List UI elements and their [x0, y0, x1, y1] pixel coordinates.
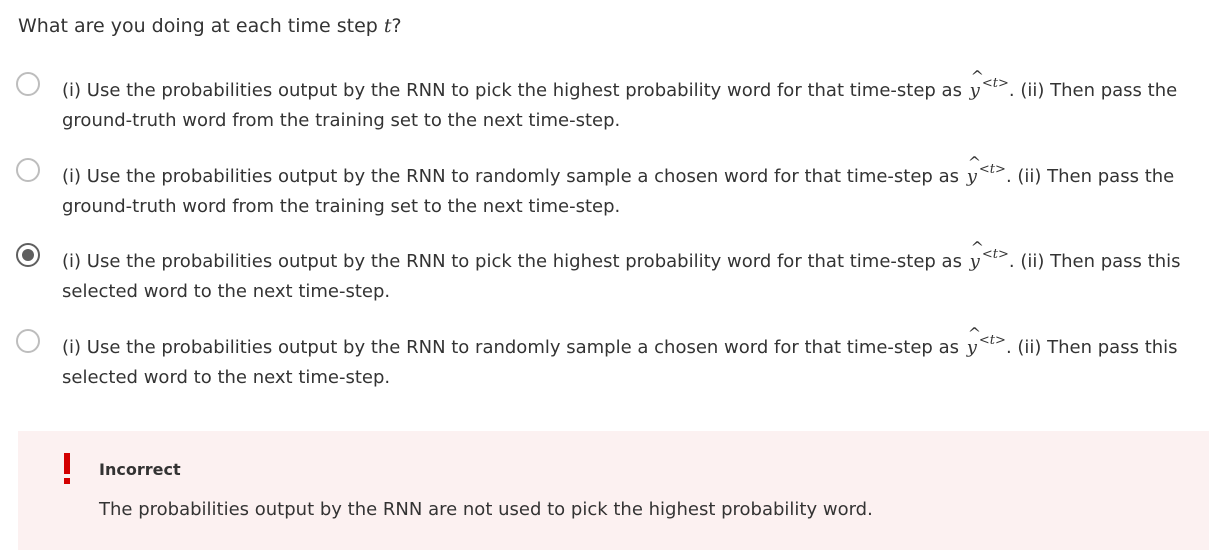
option-label-1: (i) Use the probabilities output by the … — [62, 67, 1192, 136]
time-step-superscript: <t> — [978, 162, 1006, 177]
question-suffix: ? — [391, 15, 402, 37]
radio-button-4[interactable] — [16, 329, 40, 353]
option-label-4: (i) Use the probabilities output by the … — [62, 324, 1192, 393]
feedback-status: Incorrect — [99, 460, 181, 479]
feedback-message: The probabilities output by the RNN are … — [99, 499, 873, 520]
quiz-question-page: What are you doing at each time step t? … — [0, 0, 1221, 560]
radio-button-1[interactable] — [16, 72, 40, 96]
option-1-text-part1: (i) Use the probabilities output by the … — [62, 80, 968, 101]
exclamation-icon — [64, 453, 70, 484]
feedback-panel: Incorrect The probabilities output by th… — [18, 431, 1209, 550]
question-text: What are you doing at each time step t? — [18, 12, 402, 40]
time-step-superscript: <t> — [978, 333, 1006, 348]
time-step-superscript: <t> — [981, 247, 1009, 262]
y-hat-symbol: ^ y — [966, 153, 982, 187]
option-label-2: (i) Use the probabilities output by the … — [62, 153, 1192, 222]
y-hat-symbol: ^ y — [969, 67, 985, 101]
radio-button-3-selected[interactable] — [16, 243, 40, 267]
question-variable: t — [383, 15, 392, 37]
option-label-3: (i) Use the probabilities output by the … — [62, 238, 1192, 307]
question-prefix: What are you doing at each time step — [18, 15, 384, 37]
time-step-superscript: <t> — [981, 76, 1009, 91]
option-3-text-part1: (i) Use the probabilities output by the … — [62, 251, 968, 272]
option-2-text-part1: (i) Use the probabilities output by the … — [62, 166, 965, 187]
radio-button-2[interactable] — [16, 158, 40, 182]
y-hat-symbol: ^ y — [966, 324, 982, 358]
y-hat-symbol: ^ y — [969, 238, 985, 272]
option-4-text-part1: (i) Use the probabilities output by the … — [62, 337, 965, 358]
